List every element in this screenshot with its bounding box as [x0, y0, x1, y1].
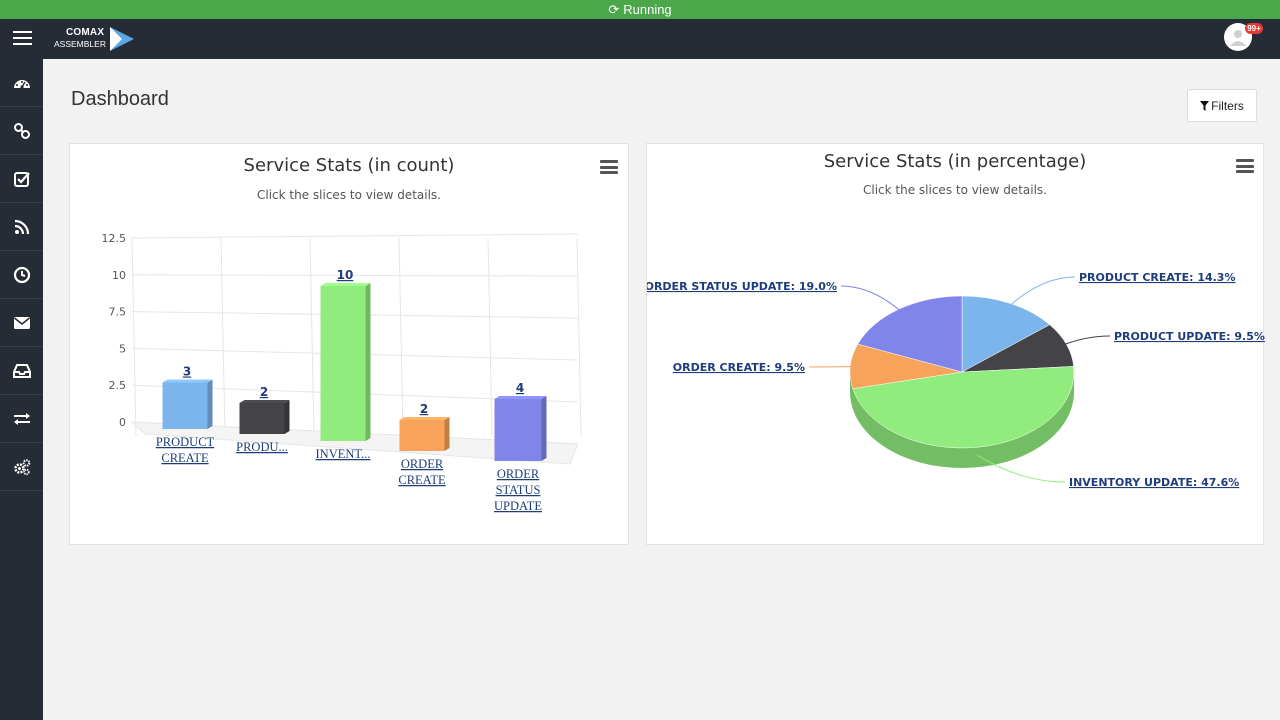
bar-chart-menu-icon[interactable]	[600, 160, 618, 174]
envelope-icon	[13, 316, 30, 329]
y-tick-label: 10	[112, 269, 126, 282]
sidebar-item-tasks[interactable]	[0, 155, 43, 203]
filters-label: Filters	[1211, 98, 1244, 113]
hamburger-menu-icon[interactable]	[13, 31, 32, 46]
dashboard-icon	[13, 79, 30, 89]
bar-chart-subtitle: Click the slices to view details.	[257, 188, 441, 202]
sidebar-item-inbox[interactable]	[0, 347, 43, 395]
page-title: Dashboard	[71, 88, 169, 110]
pie-connector	[1060, 335, 1111, 347]
sidebar-item-settings[interactable]	[0, 443, 43, 491]
bar-value-label[interactable]: 2	[420, 402, 428, 416]
bar-chart-panel: 0 2.5 5 7.5 10 12.5 3 PRODUCT CREATE 2 PRODU... 10 I…	[69, 143, 629, 545]
link-icon	[13, 122, 30, 139]
status-label: Running	[623, 2, 672, 17]
cogs-icon	[13, 458, 30, 475]
pie-label-order-status-update[interactable]: ORDER STATUS UPDATE: 19.0%	[647, 280, 837, 293]
x-category-label[interactable]: PRODUCT CREATE	[156, 435, 215, 465]
pie-chart-subtitle: Click the slices to view details.	[863, 183, 1047, 197]
status-bar: ⟳ Running	[0, 0, 1280, 19]
bar-value-label[interactable]: 2	[260, 385, 268, 399]
bar-product-create[interactable]	[162, 379, 213, 430]
pie-chart-menu-icon[interactable]	[1236, 159, 1254, 173]
logo-line1: COMAX	[66, 27, 105, 38]
pie-connector	[1007, 276, 1076, 308]
bar-value-label[interactable]: 10	[337, 268, 354, 282]
sidebar-item-dashboard[interactable]	[0, 59, 43, 107]
sidebar-item-links[interactable]	[0, 107, 43, 155]
y-tick-label: 0	[119, 416, 126, 429]
logo-line2: ASSEMBLER	[54, 39, 106, 49]
sidebar-item-history[interactable]	[0, 251, 43, 299]
pie-chart-panel: PRODUCT CREATE: 14.3% PRODUCT UPDATE: 9.5…	[646, 143, 1265, 545]
x-category-label[interactable]: INVENT...	[316, 447, 371, 461]
pie-label-order-create[interactable]: ORDER CREATE: 9.5%	[673, 361, 805, 374]
rss-icon	[14, 219, 29, 234]
top-bar: COMAX ASSEMBLER 99+	[0, 19, 1280, 59]
bar-value-label[interactable]: 4	[516, 381, 524, 395]
bar-value-label[interactable]: 3	[183, 365, 191, 379]
filters-button[interactable]: Filters	[1187, 89, 1257, 122]
y-tick-label: 12.5	[102, 232, 127, 245]
bar-invent[interactable]	[320, 283, 371, 441]
app-logo[interactable]: COMAX ASSEMBLER	[54, 25, 144, 53]
y-tick-label: 5	[119, 342, 126, 355]
filter-icon	[1200, 100, 1210, 111]
inbox-icon	[12, 363, 31, 378]
bar-chart: 0 2.5 5 7.5 10 12.5 3 PRODUCT CREATE 2 PRODU... 10 I…	[102, 232, 582, 513]
x-category-label[interactable]: ORDER CREATE	[398, 457, 446, 487]
pie-chart-title: Service Stats (in percentage)	[823, 151, 1087, 172]
pie-connector	[840, 285, 903, 313]
bar-order-create[interactable]	[399, 417, 450, 451]
y-tick-label: 7.5	[109, 306, 127, 319]
sidebar-item-feeds[interactable]	[0, 203, 43, 251]
clock-icon	[13, 266, 30, 283]
sidebar-item-transfers[interactable]	[0, 395, 43, 443]
x-category-label[interactable]: ORDER STATUS UPDATE	[494, 467, 542, 513]
sidebar-item-messages[interactable]	[0, 299, 43, 347]
pie-label-product-create[interactable]: PRODUCT CREATE: 14.3%	[1079, 271, 1235, 284]
pie-chart: PRODUCT CREATE: 14.3% PRODUCT UPDATE: 9.5…	[647, 271, 1265, 489]
y-tick-label: 2.5	[109, 379, 127, 392]
bar-chart-title: Service Stats (in count)	[243, 155, 455, 176]
check-square-icon	[13, 171, 30, 187]
pie-connector	[808, 365, 856, 368]
spinner-icon: ⟳	[608, 1, 620, 17]
bar-order-status-update[interactable]	[494, 396, 547, 461]
notification-badge[interactable]: 99+	[1245, 23, 1263, 34]
bar-produ[interactable]	[239, 400, 290, 434]
logo-arrow-icon	[110, 27, 134, 51]
pie-label-product-update[interactable]: PRODUCT UPDATE: 9.5%	[1114, 330, 1265, 343]
x-category-label[interactable]: PRODU...	[236, 440, 288, 454]
pie-label-inventory-update[interactable]: INVENTORY UPDATE: 47.6%	[1069, 476, 1239, 489]
sidebar	[0, 59, 43, 720]
exchange-icon	[13, 412, 30, 425]
